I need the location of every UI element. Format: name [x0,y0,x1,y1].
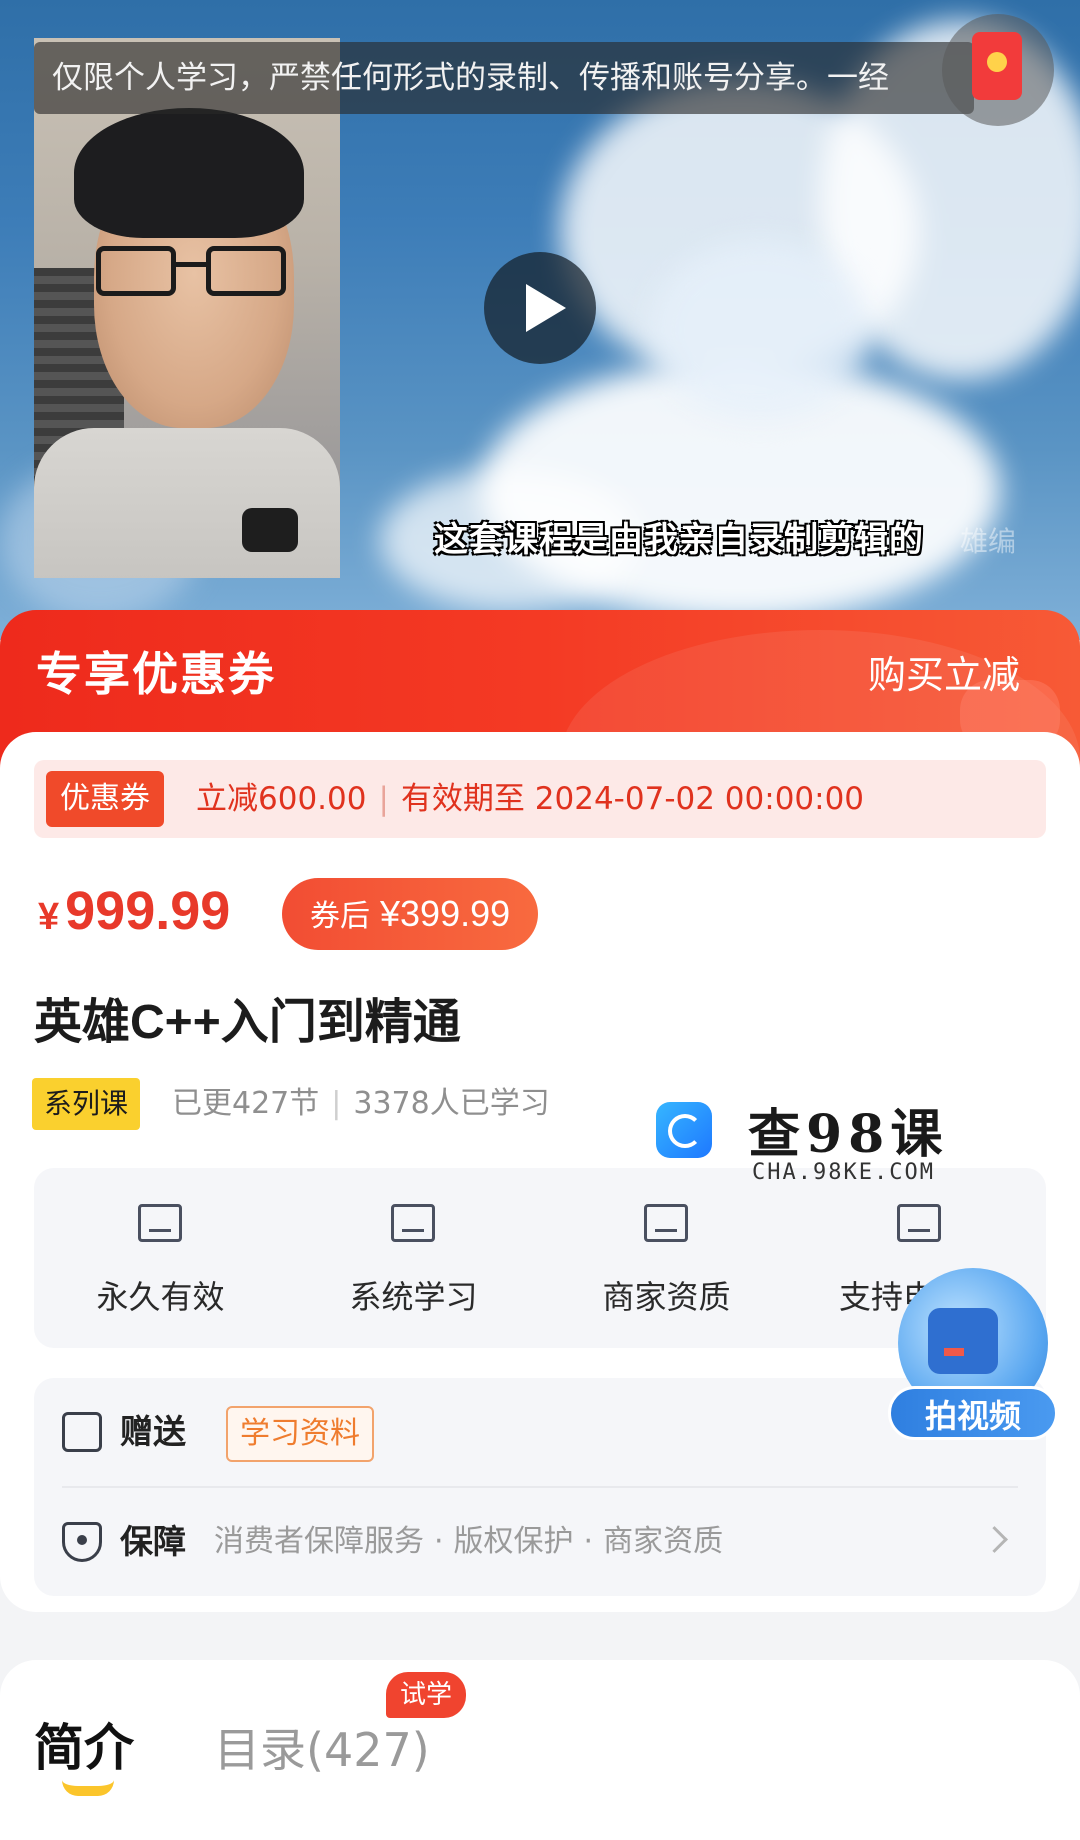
tab-catalog[interactable]: 目录(427) [214,1714,430,1780]
folder-plus-icon [391,1204,435,1242]
presenter-hair [74,108,304,238]
chevron-right-icon [981,1526,1008,1553]
mic-device [242,508,298,552]
feature-label: 系统学习 [349,1278,478,1316]
feature-label: 商家资质 [602,1278,731,1316]
active-tab-indicator [62,1780,114,1796]
tab-intro[interactable]: 简介 [34,1708,134,1780]
red-packet-button[interactable] [942,14,1054,126]
lesson-count: 已更427节 [172,1086,320,1121]
video-player[interactable]: 仅限个人学习，严禁任何形式的录制、传播和账号分享。一经 这套课程是由我亲自录制剪… [0,0,1080,640]
monitor-play-icon [897,1204,941,1242]
series-tag: 系列课 [32,1078,141,1130]
learner-count: 3378人已学习 [353,1086,550,1121]
shoot-video-widget[interactable]: 拍视频 [888,1268,1058,1440]
calendar-check-icon [138,1204,182,1242]
feature-permanent[interactable]: 永久有效 [34,1168,287,1348]
brand-logo-icon [656,1102,712,1158]
feature-merchant-qualification[interactable]: 商家资质 [540,1168,793,1348]
video-watermark: 雄编 [960,525,1017,558]
copyright-notice: 仅限个人学习，严禁任何形式的录制、传播和账号分享。一经 [34,42,974,114]
after-coupon-price: 券后 ¥399.99 [282,878,539,950]
trial-badge: 试学 [386,1672,467,1718]
red-envelope-icon [972,32,1022,100]
brand-watermark: 查98课 CHA.98KE.COM [656,1092,956,1192]
guarantee-title: 保障 [120,1522,186,1561]
presenter-glasses [96,246,292,302]
gift-title: 赠送 [120,1412,186,1451]
presenter-shirt [34,428,340,578]
sky-cloud [650,240,870,420]
brand-name: 查98课 [748,1104,949,1165]
id-card-icon [644,1204,688,1242]
course-meta: 已更427节 | 3378人已学习 [172,1086,550,1121]
buy-discount-link[interactable]: 购买立减 [868,644,1020,699]
original-price: ¥999.99 [38,881,231,941]
brand-url: CHA.98KE.COM [752,1160,935,1185]
play-button[interactable] [484,252,596,364]
shoot-video-label: 拍视频 [888,1386,1058,1440]
guarantee-row[interactable]: 保障 消费者保障服务 · 版权保护 · 商家资质 [34,1488,1046,1596]
coupon-tag: 优惠券 [46,771,164,827]
coupon-banner-title: 专享优惠券 [36,647,276,701]
coupon-discount: 立减600.00 [196,781,367,817]
coupon-info: 立减600.00 | 有效期至 2024-07-02 00:00:00 [196,781,865,817]
coupon-validity: 有效期至 2024-07-02 00:00:00 [400,781,865,817]
gift-tag: 学习资料 [226,1406,374,1462]
tab-bar: 简介 目录(427) [0,1660,1080,1840]
course-title: 英雄C++入门到精通 [34,996,461,1049]
presenter-thumbnail [34,38,340,578]
guarantee-items: 消费者保障服务 · 版权保护 · 商家资质 [214,1524,724,1559]
gift-box-icon [62,1412,102,1452]
bag-icon [928,1308,998,1374]
video-subtitle: 这套课程是由我亲自录制剪辑的 [434,520,924,560]
feature-system-learning[interactable]: 系统学习 [287,1168,540,1348]
shield-icon [62,1522,102,1562]
feature-label: 永久有效 [96,1278,225,1316]
coupon-strip[interactable]: 优惠券 立减600.00 | 有效期至 2024-07-02 00:00:00 [34,760,1046,838]
